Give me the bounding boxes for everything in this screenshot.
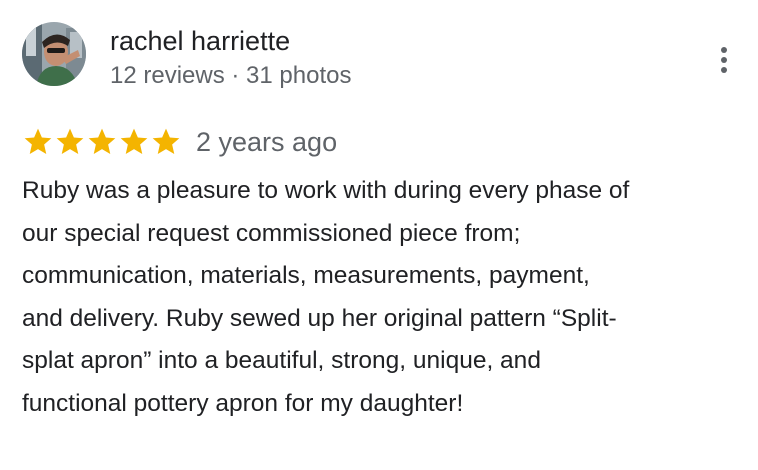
review-text-line: our special request commissioned piece f… xyxy=(22,219,521,247)
star-rating xyxy=(22,126,182,158)
review-card: rachel harriette 12 reviews · 31 photos … xyxy=(0,0,758,470)
star-icon xyxy=(120,128,148,154)
review-text-line: and delivery. Ruby sewed up her original… xyxy=(22,304,617,332)
avatar-photo-icon xyxy=(22,22,86,86)
review-text-line: functional pottery apron for my daughter… xyxy=(22,389,464,417)
reviewer-avatar[interactable] xyxy=(22,22,86,86)
review-text-line: communication, materials, measurements, … xyxy=(22,262,590,289)
star-icon xyxy=(56,128,84,154)
review-text-line: splat apron” into a beautiful, strong, u… xyxy=(22,347,541,374)
reviewer-stats: 12 reviews · 31 photos xyxy=(110,62,352,89)
review-text: Ruby was a pleasure to work with during … xyxy=(22,170,752,425)
review-text-line: Ruby was a pleasure to work with during … xyxy=(22,177,630,204)
rating-row: 2 years ago xyxy=(22,122,337,162)
more-vert-icon xyxy=(721,47,727,73)
more-options-button[interactable] xyxy=(704,38,744,82)
review-date: 2 years ago xyxy=(196,126,338,157)
star-icon xyxy=(88,128,116,154)
star-icon xyxy=(152,128,180,154)
reviewer-name[interactable]: rachel harriette xyxy=(110,24,290,58)
star-icon xyxy=(24,128,52,154)
